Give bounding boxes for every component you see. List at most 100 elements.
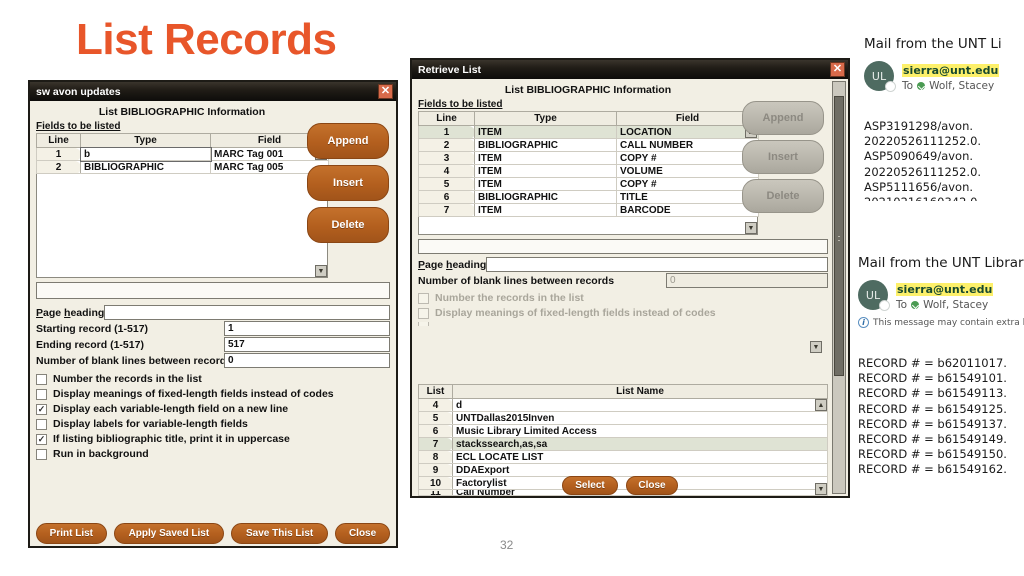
right-grid-empty-area xyxy=(418,217,758,235)
checkbox-uppercase-title[interactable]: ✓ If listing bibliographic title, print … xyxy=(36,433,390,445)
append-button[interactable]: Append xyxy=(307,123,389,159)
list-item[interactable]: 8 ECL LOCATE LIST xyxy=(418,450,828,464)
body-line: ASP3191298/avon. xyxy=(864,119,974,133)
recipient-name[interactable]: Wolf, Stacey xyxy=(929,80,994,92)
row-type-input[interactable]: b xyxy=(79,146,212,162)
table-row[interactable]: 3 ITEM COPY # xyxy=(418,151,759,165)
mail-body-1: ASP3191298/avon. 20220526111252.0. ASP50… xyxy=(864,119,1024,201)
select-button[interactable]: Select xyxy=(562,476,618,495)
left-dialog-titlebar: sw avon updates ✕ xyxy=(30,82,396,101)
row-field-value[interactable]: LOCATION xyxy=(616,125,759,139)
right-footer-buttons: Select Close xyxy=(412,476,828,495)
checkbox-box xyxy=(418,292,429,304)
info-icon: i xyxy=(858,317,869,328)
close-icon[interactable]: ✕ xyxy=(830,62,845,77)
list-name[interactable]: stackssearch,as,sa xyxy=(452,437,828,451)
ending-record-input[interactable]: 517 xyxy=(224,337,390,352)
close-icon[interactable]: ✕ xyxy=(378,84,393,99)
body-line: RECORD # = b61549125. xyxy=(858,401,1007,416)
checkbox-label: Number the records in the list xyxy=(435,292,584,304)
checkbox-box[interactable]: ✓ xyxy=(36,433,47,445)
close-button[interactable]: Close xyxy=(335,523,390,544)
checkbox-box[interactable] xyxy=(36,373,47,385)
body-line: RECORD # = b61549162. xyxy=(858,462,1007,477)
print-list-button[interactable]: Print List xyxy=(36,523,107,544)
table-row[interactable]: 1 ITEM LOCATION xyxy=(418,125,759,139)
blank-lines-input[interactable]: 0 xyxy=(224,353,390,368)
row-field-value[interactable]: VOLUME xyxy=(616,164,759,178)
scroll-down-icon[interactable]: ▼ xyxy=(315,265,327,277)
scroll-up-icon[interactable]: ▲ xyxy=(815,399,827,411)
scrollbar-grip xyxy=(838,236,840,241)
row-type-value[interactable]: ITEM xyxy=(474,203,617,217)
checkbox-label: Run in background xyxy=(53,448,149,460)
checkbox-box[interactable] xyxy=(36,418,47,430)
checkbox-number-records: Number the records in the list xyxy=(418,292,828,304)
list-name[interactable]: UNTDallas2015Inven xyxy=(452,411,828,425)
table-row[interactable]: 7 ITEM BARCODE xyxy=(418,203,759,217)
list-item[interactable]: 7 stackssearch,as,sa xyxy=(418,437,828,451)
row-type-value[interactable]: ITEM xyxy=(474,164,617,178)
row-field-value[interactable]: CALL NUMBER xyxy=(616,138,759,152)
list-name[interactable]: DDAExport xyxy=(452,463,828,477)
delete-button[interactable]: Delete xyxy=(307,207,389,243)
row-field-value[interactable]: COPY # xyxy=(616,177,759,191)
list-item[interactable]: 6 Music Library Limited Access xyxy=(418,424,828,438)
checkbox-display-labels[interactable]: Display labels for variable-length field… xyxy=(36,418,390,430)
save-this-list-button[interactable]: Save This List xyxy=(231,523,329,544)
page-heading-label: Page heading xyxy=(418,258,487,271)
dialog-scrollbar[interactable] xyxy=(832,81,846,494)
mail-message-1: Mail from the UNT Li UL sierra@unt.edu T… xyxy=(864,36,1024,201)
row-line-number: 4 xyxy=(418,164,475,178)
sender-address[interactable]: sierra@unt.edu xyxy=(896,283,994,296)
checkbox-box[interactable] xyxy=(36,388,47,400)
page-heading-input[interactable] xyxy=(486,257,828,272)
list-name[interactable]: ECL LOCATE LIST xyxy=(452,450,828,464)
row-field-value[interactable]: COPY # xyxy=(616,151,759,165)
list-item[interactable]: 9 DDAExport xyxy=(418,463,828,477)
scrollbar-thumb[interactable] xyxy=(834,96,844,376)
apply-saved-list-button[interactable]: Apply Saved List xyxy=(113,523,225,544)
right-fields-table: Line Type Field 1 ITEM LOCATION 2 BIBLIO… xyxy=(418,111,759,217)
list-name[interactable]: Music Library Limited Access xyxy=(452,424,828,438)
page-heading-input[interactable] xyxy=(104,305,390,320)
checkbox-number-records[interactable]: Number the records in the list xyxy=(36,373,390,385)
table-row[interactable]: 5 ITEM COPY # xyxy=(418,177,759,191)
table-row[interactable]: 1 b MARC Tag 001 xyxy=(36,146,329,162)
list-name[interactable]: d xyxy=(452,398,828,412)
row-type-value[interactable]: ITEM xyxy=(474,125,617,139)
row-type-value[interactable]: BIBLIOGRAPHIC xyxy=(474,190,617,204)
sender-address[interactable]: sierra@unt.edu xyxy=(902,64,1000,77)
list-item[interactable]: 4 d xyxy=(418,398,828,412)
row-type-value[interactable]: BIBLIOGRAPHIC xyxy=(80,160,211,174)
ending-record-row: Ending record (1-517) 517 xyxy=(36,337,390,352)
row-field-value[interactable]: BARCODE xyxy=(616,203,759,217)
left-dialog-body: List BIBLIOGRAPHIC Information Fields to… xyxy=(30,101,396,550)
checkbox-box[interactable]: ✓ xyxy=(36,403,47,415)
table-row[interactable]: 2 BIBLIOGRAPHIC MARC Tag 005 xyxy=(36,160,329,174)
scroll-down-icon[interactable]: ▼ xyxy=(745,222,757,234)
close-button[interactable]: Close xyxy=(626,476,678,495)
row-type-value[interactable]: ITEM xyxy=(474,151,617,165)
table-row[interactable]: 6 BIBLIOGRAPHIC TITLE xyxy=(418,190,759,204)
table-row[interactable]: 2 BIBLIOGRAPHIC CALL NUMBER xyxy=(418,138,759,152)
insert-button[interactable]: Insert xyxy=(307,165,389,201)
starting-record-input[interactable]: 1 xyxy=(224,321,390,336)
row-field-value[interactable]: TITLE xyxy=(616,190,759,204)
row-type-value[interactable]: ITEM xyxy=(474,177,617,191)
inner-scroll-down-icon[interactable]: ▼ xyxy=(810,341,822,353)
list-item[interactable]: 5 UNTDallas2015Inven xyxy=(418,411,828,425)
row-line-number: 5 xyxy=(418,177,475,191)
right-dialog-body: List BIBLIOGRAPHIC Information Fields to… xyxy=(412,79,848,500)
page-heading-row: Page heading xyxy=(36,305,390,320)
checkbox-box[interactable] xyxy=(36,448,47,460)
checkbox-display-meanings[interactable]: Display meanings of fixed-length fields … xyxy=(36,388,390,400)
body-line: RECORD # = b61549150. xyxy=(858,447,1007,462)
recipient-name[interactable]: Wolf, Stacey xyxy=(923,299,988,311)
checkbox-variable-length-new-line[interactable]: ✓ Display each variable-length field on … xyxy=(36,403,390,415)
table-row[interactable]: 4 ITEM VOLUME xyxy=(418,164,759,178)
checkbox-run-background[interactable]: Run in background xyxy=(36,448,390,460)
column-header-line: Line xyxy=(418,111,475,126)
row-type-value[interactable]: BIBLIOGRAPHIC xyxy=(474,138,617,152)
append-button: Append xyxy=(742,101,824,135)
